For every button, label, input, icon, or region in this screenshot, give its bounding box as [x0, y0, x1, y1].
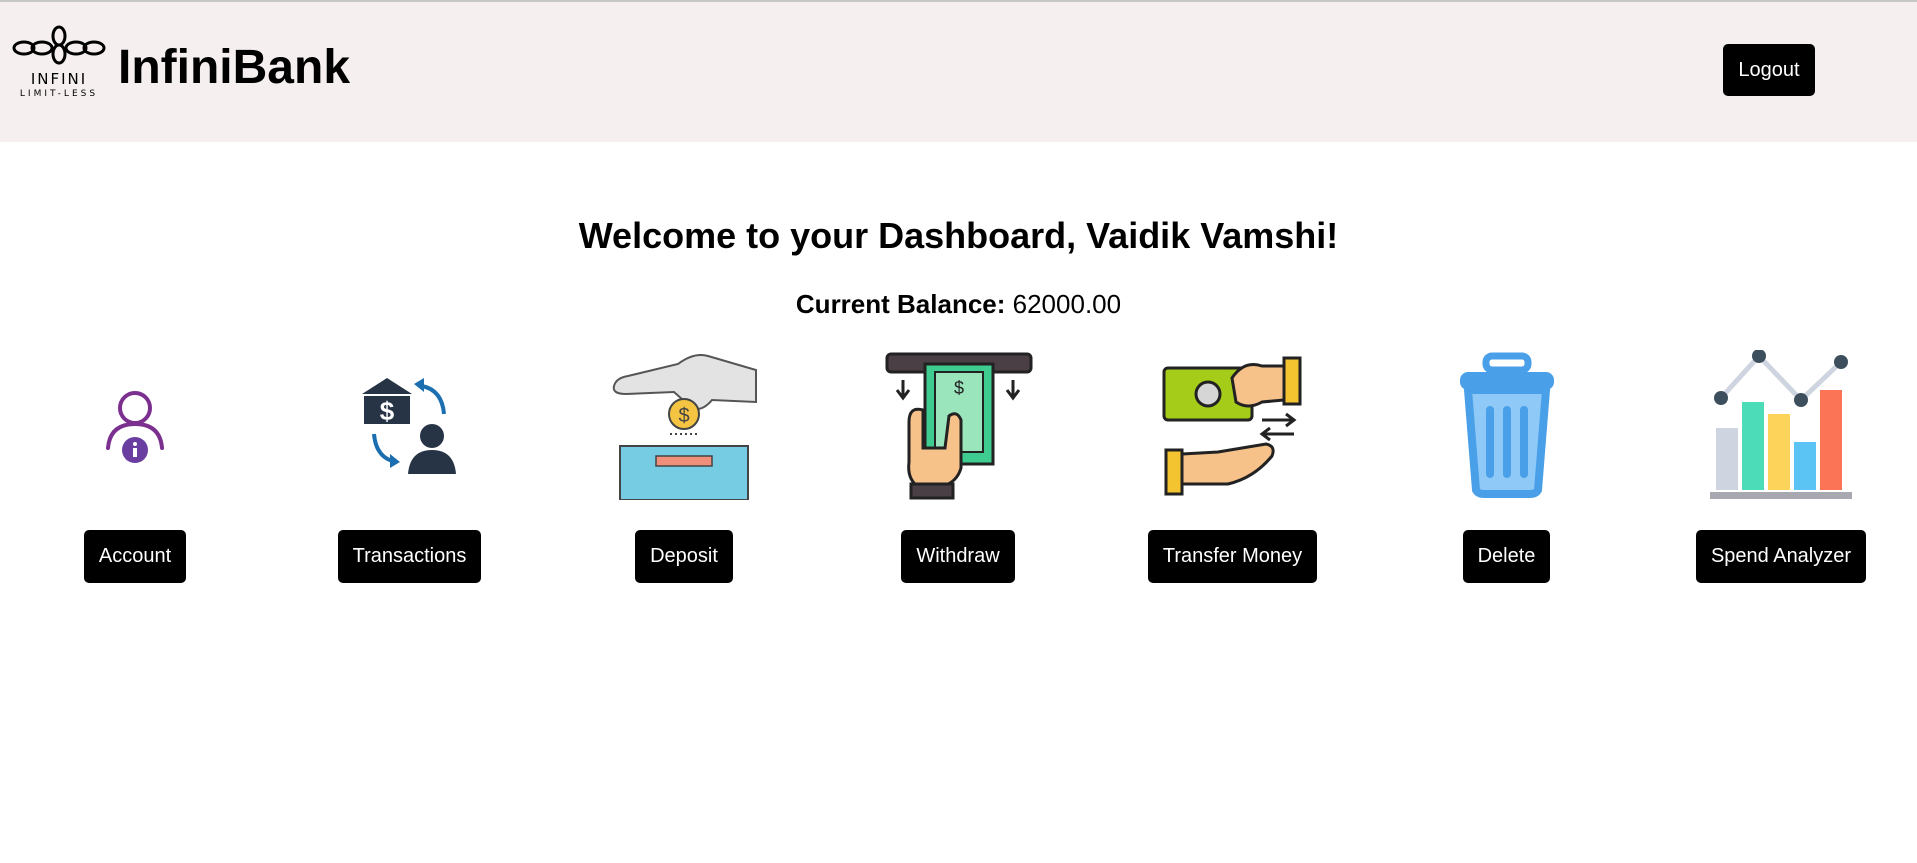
account-info-icon[interactable] [60, 350, 210, 500]
atm-withdraw-icon[interactable]: $ [883, 350, 1033, 500]
delete-button[interactable]: Delete [1463, 530, 1550, 583]
svg-text:$: $ [380, 396, 395, 426]
balance-value: 62000.00 [1012, 289, 1122, 319]
deposit-button[interactable]: Deposit [635, 530, 733, 583]
logo-line2: LIMIT-LESS [19, 89, 99, 99]
money-transfer-icon[interactable] [1158, 350, 1308, 500]
balance-line: Current Balance: 62000.00 [0, 288, 1917, 320]
svg-text:$: $ [954, 378, 964, 398]
balance-label: Current Balance: [795, 289, 1006, 319]
infinity-knot-icon [12, 25, 106, 65]
infini-logo: INFINI LIMIT-LESS [12, 24, 106, 100]
welcome-heading: Welcome to your Dashboard, Vaidik Vamshi… [578, 215, 1339, 256]
bank-transactions-icon[interactable]: $ [334, 350, 484, 500]
trash-icon[interactable] [1432, 350, 1582, 500]
spend-analyzer-button[interactable]: Spend Analyzer [1696, 530, 1866, 583]
transfer-money-button[interactable]: Transfer Money [1148, 530, 1317, 583]
top-header: INFINI LIMIT-LESS InfiniBank Logout [0, 2, 1917, 142]
deposit-coin-icon[interactable]: $ [608, 350, 758, 501]
withdraw-button[interactable]: Withdraw [901, 530, 1015, 583]
transactions-button[interactable]: Transactions [338, 530, 481, 583]
svg-text:$: $ [678, 405, 689, 427]
logout-button[interactable]: Logout [1723, 44, 1815, 96]
bar-chart-icon[interactable] [1706, 349, 1856, 500]
account-button[interactable]: Account [84, 530, 186, 583]
brand-title: InfiniBank [118, 41, 351, 94]
logo-line1: INFINI [30, 70, 88, 88]
